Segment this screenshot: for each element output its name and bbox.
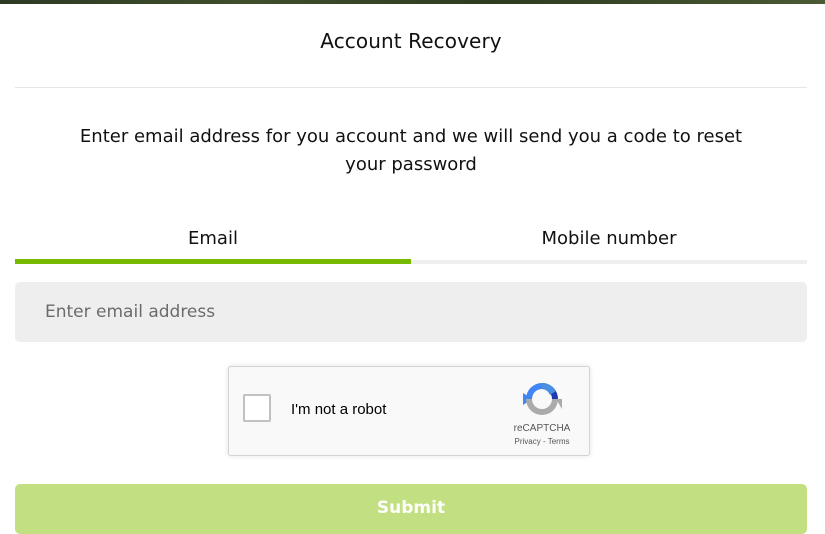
instructions-text: Enter email address for you account and … [79,126,743,175]
recaptcha-terms-link[interactable]: Terms [548,437,570,446]
recaptcha-brand: reCAPTCHA [513,423,571,434]
recovery-method-tabs: Email Mobile number [15,222,807,264]
recaptcha-checkbox[interactable] [243,394,271,422]
tab-mobile-number[interactable]: Mobile number [411,222,807,264]
recaptcha-logo-icon [523,382,562,415]
recaptcha-links: Privacy - Terms [499,437,585,446]
recaptcha-links-separator: - [542,437,546,446]
tab-email[interactable]: Email [15,222,411,264]
page-header: Account Recovery [15,4,807,88]
page-title: Account Recovery [320,28,502,53]
recaptcha-widget: I'm not a robot reCAPTCHA Privacy - Term… [228,366,590,456]
email-input[interactable] [15,282,807,342]
recaptcha-privacy-link[interactable]: Privacy [515,437,541,446]
recaptcha-label: I'm not a robot [291,401,387,418]
